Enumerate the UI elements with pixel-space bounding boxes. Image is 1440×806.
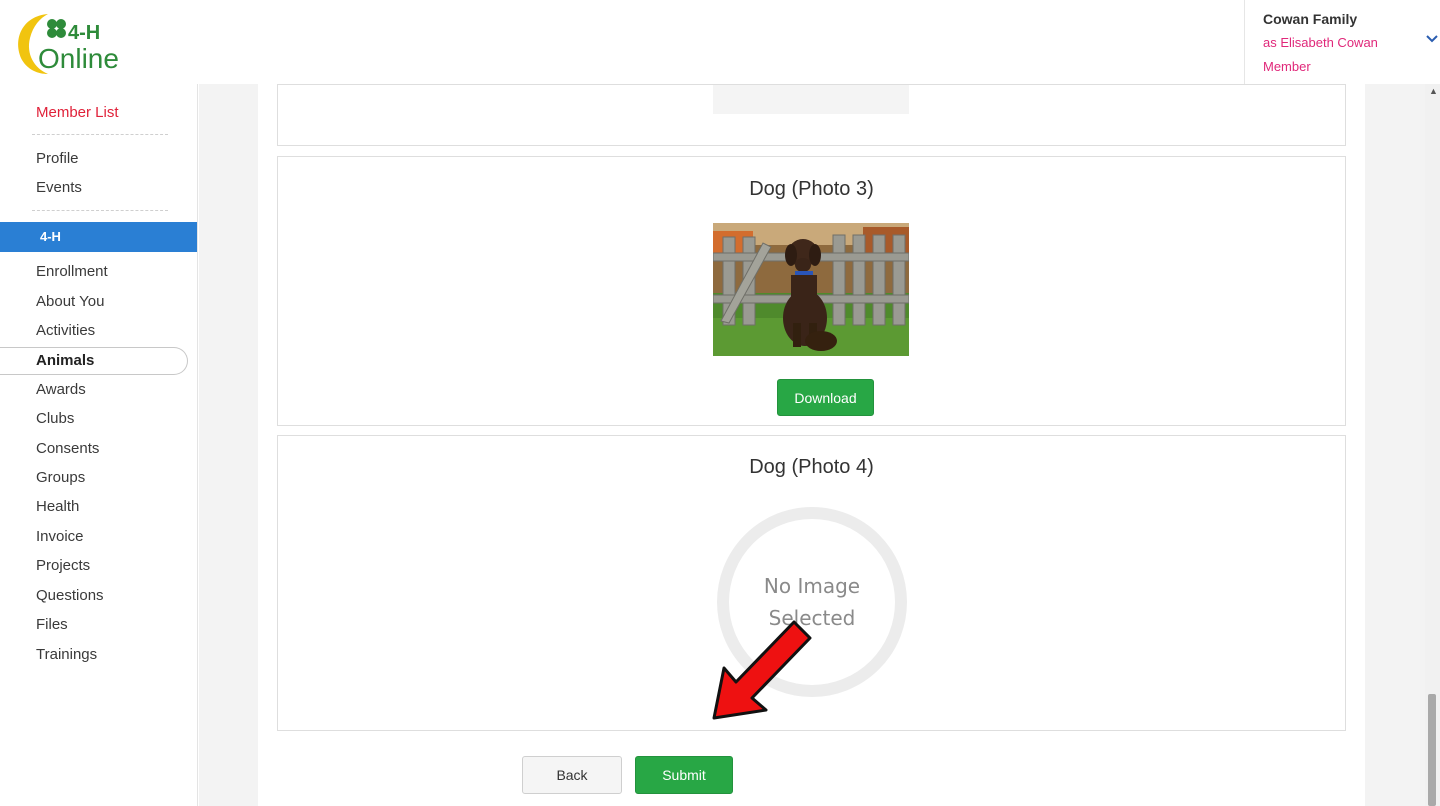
sidebar-item-awards[interactable]: Awards: [36, 380, 86, 400]
photo-card-previous: [277, 84, 1346, 146]
sidebar-member-list[interactable]: Member List: [36, 103, 119, 123]
sidebar-item-questions[interactable]: Questions: [36, 586, 104, 606]
photo-card-4: Dog (Photo 4) No Image Selected: [277, 435, 1346, 731]
sidebar-divider: [32, 134, 168, 135]
sidebar-events[interactable]: Events: [36, 178, 82, 198]
logo-text-4h: 4-H: [68, 22, 100, 44]
user-account-menu[interactable]: Cowan Family as Elisabeth Cowan Member: [1244, 0, 1440, 84]
submit-button[interactable]: Submit: [635, 756, 733, 794]
user-as-name: as Elisabeth Cowan: [1263, 35, 1378, 50]
photo-4-title: Dog (Photo 4): [749, 456, 874, 478]
chevron-down-icon[interactable]: [1425, 32, 1439, 46]
sidebar-section-label: 4-H: [40, 229, 61, 244]
scrollbar-thumb[interactable]: [1428, 694, 1436, 806]
user-role: Member: [1263, 59, 1311, 74]
sidebar-item-projects[interactable]: Projects: [36, 556, 90, 576]
vertical-scrollbar[interactable]: ▲: [1425, 84, 1440, 806]
4h-online-logo[interactable]: 4-H Online: [8, 8, 148, 80]
sidebar-item-about-you[interactable]: About You: [36, 292, 104, 312]
sidebar-item-activities[interactable]: Activities: [36, 321, 95, 341]
photo-placeholder: [713, 85, 909, 114]
no-image-placeholder: No Image Selected: [714, 504, 910, 700]
dog-photo-image: [713, 223, 909, 356]
no-image-text-line2: Selected: [769, 606, 856, 630]
sidebar-item-groups[interactable]: Groups: [36, 468, 85, 488]
no-image-text-line1: No Image: [764, 574, 860, 598]
sidebar-item-clubs[interactable]: Clubs: [36, 409, 74, 429]
scroll-up-arrow-icon[interactable]: ▲: [1429, 86, 1438, 96]
sidebar-section-4h[interactable]: 4-H: [0, 222, 197, 252]
download-button[interactable]: Download: [777, 379, 874, 416]
sidebar-item-trainings[interactable]: Trainings: [36, 645, 97, 665]
sidebar-item-enrollment[interactable]: Enrollment: [36, 262, 108, 282]
user-family-name: Cowan Family: [1263, 11, 1358, 27]
sidebar-divider: [32, 210, 168, 211]
sidebar-nav: Member List Profile Events 4-H Enrollmen…: [0, 84, 198, 806]
photo-card-3: Dog (Photo 3) Download: [277, 156, 1346, 426]
photo-3-title: Dog (Photo 3): [749, 178, 874, 200]
sidebar-item-animals[interactable]: Animals: [36, 351, 94, 371]
sidebar-item-invoice[interactable]: Invoice: [36, 527, 84, 547]
sidebar-item-health[interactable]: Health: [36, 497, 79, 517]
sidebar-profile[interactable]: Profile: [36, 149, 79, 169]
sidebar-item-files[interactable]: Files: [36, 615, 68, 635]
back-button[interactable]: Back: [522, 756, 622, 794]
sidebar-item-consents[interactable]: Consents: [36, 439, 99, 459]
logo-text-online: Online: [38, 43, 119, 74]
